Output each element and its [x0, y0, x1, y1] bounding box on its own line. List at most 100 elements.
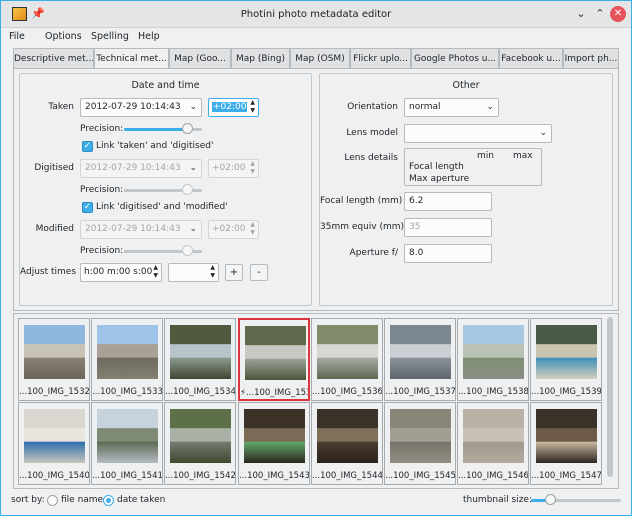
tab-map-google[interactable]: Map (Goo...: [169, 48, 231, 69]
menu-file[interactable]: File: [9, 31, 25, 42]
tab-google-photos[interactable]: Google Photos u...: [411, 48, 499, 69]
spin-arrows-icon[interactable]: ▲ ▼: [250, 99, 255, 115]
menu-help[interactable]: Help: [138, 31, 160, 42]
thumbnail-item[interactable]: ...100_IMG_1546: [457, 402, 529, 485]
tab-flickr[interactable]: Flickr uplo...: [350, 48, 411, 69]
thumbnail-scrollbar[interactable]: [605, 317, 615, 483]
menu-spelling[interactable]: Spelling: [91, 31, 129, 42]
lens-max-header: max: [513, 151, 533, 161]
window-title: Photini photo metadata editor: [240, 9, 392, 20]
equiv-35mm-input[interactable]: 35: [404, 218, 492, 237]
thumbnail-item[interactable]: ...100_IMG_1532: [18, 318, 90, 401]
thumbnail-caption: ...100_IMG_1538: [458, 387, 528, 397]
technical-metadata-panel: Date and time Taken 2012-07-29 10:14:43 …: [13, 68, 619, 311]
thumbnail-item[interactable]: ...100_IMG_1540: [18, 402, 90, 485]
thumbnail-item[interactable]: ...100_IMG_1544: [311, 402, 383, 485]
adjust-times-spinbox[interactable]: h:00 m:00 s:00 ▲ ▼: [80, 263, 162, 282]
modified-precision-label: Precision:: [80, 246, 124, 256]
thumbnail-size-label: thumbnail size:: [463, 495, 532, 505]
thumbnail-item[interactable]: ...100_IMG_1547: [530, 402, 602, 485]
adjust-plus-button[interactable]: +: [225, 264, 243, 281]
thumbnail-item[interactable]: ...100_IMG_1545: [384, 402, 456, 485]
lens-details-label: Lens details: [344, 153, 398, 163]
taken-timezone-value: +02:00: [212, 102, 248, 112]
thumbnail-item[interactable]: ...100_IMG_1543: [238, 402, 310, 485]
taken-precision-label: Precision:: [80, 124, 124, 134]
tab-map-osm[interactable]: Map (OSM): [290, 48, 350, 69]
link-digitised-modified-checkbox[interactable]: ✓: [82, 202, 93, 213]
thumbnail-item[interactable]: ...100_IMG_1537: [384, 318, 456, 401]
digitised-datetime-value: 2012-07-29 10:14:43: [85, 163, 181, 173]
thumbnail-item[interactable]: ...100_IMG_1538: [457, 318, 529, 401]
thumbnail-caption: ...100_IMG_1533: [92, 387, 162, 397]
title-bar: 📌 Photini photo metadata editor ⌄ ⌃ ✕: [1, 1, 631, 28]
sort-file-name-label[interactable]: file name: [61, 495, 103, 505]
adjust-timezone-spinbox[interactable]: ▲ ▼: [168, 263, 219, 282]
modified-timezone-spinbox: +02:00 ▲ ▼: [208, 220, 259, 239]
thumbnail-caption: ...100_IMG_1541: [92, 471, 162, 481]
tab-bar: Descriptive met... Technical met... Map …: [13, 48, 619, 69]
taken-precision-slider[interactable]: [124, 123, 202, 135]
sort-file-name-radio[interactable]: [47, 495, 58, 506]
tab-facebook[interactable]: Facebook u...: [499, 48, 563, 69]
thumbnail-image: [317, 409, 378, 463]
thumbnail-item[interactable]: ⚡...100_IMG_1535: [238, 318, 310, 401]
thumbnail-item[interactable]: ...100_IMG_1534: [164, 318, 236, 401]
spin-arrows-icon: ▲ ▼: [250, 160, 255, 175]
main-window: 📌 Photini photo metadata editor ⌄ ⌃ ✕ Fi…: [0, 0, 632, 516]
thumbnail-item[interactable]: ...100_IMG_1542: [164, 402, 236, 485]
thumbnail-item[interactable]: ...100_IMG_1536: [311, 318, 383, 401]
lens-focal-length-label: Focal length: [409, 162, 464, 172]
lens-model-combo[interactable]: ⌄: [404, 124, 552, 143]
thumbnail-image: [536, 409, 597, 463]
digitised-timezone-spinbox: +02:00 ▲ ▼: [208, 159, 259, 178]
thumbnail-caption: ...100_IMG_1542: [165, 471, 235, 481]
other-group: Other Orientation normal ⌄ Lens model ⌄ …: [319, 73, 613, 306]
tab-map-bing[interactable]: Map (Bing): [231, 48, 290, 69]
digitised-precision-label: Precision:: [80, 185, 124, 195]
taken-timezone-spinbox[interactable]: +02:00 ▲ ▼: [208, 98, 259, 117]
spin-arrows-icon[interactable]: ▲ ▼: [153, 264, 158, 280]
focal-length-input[interactable]: 6.2: [404, 192, 492, 211]
thumbnail-caption: ...100_IMG_1536: [312, 387, 382, 397]
thumbnail-item[interactable]: ...100_IMG_1541: [91, 402, 163, 485]
scrollbar-handle[interactable]: [607, 317, 613, 477]
menu-options[interactable]: Options: [45, 31, 82, 42]
digitised-timezone-value: +02:00: [212, 163, 246, 173]
date-time-group: Date and time Taken 2012-07-29 10:14:43 …: [19, 73, 312, 306]
thumbnail-image: [463, 409, 524, 463]
spin-arrows-icon[interactable]: ▲ ▼: [210, 264, 215, 280]
equiv-35mm-label: 35mm equiv (mm): [320, 222, 405, 232]
thumbnail-image: [317, 325, 378, 379]
taken-datetime-combo[interactable]: 2012-07-29 10:14:43 ⌄: [80, 98, 202, 117]
status-bar: sort by: file name date taken thumbnail …: [1, 491, 631, 513]
thumbnail-caption: ...100_IMG_1539: [531, 387, 601, 397]
adjust-minus-button[interactable]: -: [250, 264, 268, 281]
thumbnail-image: [24, 409, 85, 463]
minimize-icon[interactable]: ⌄: [573, 6, 589, 22]
orientation-label: Orientation: [347, 102, 398, 112]
aperture-input[interactable]: 8.0: [404, 244, 492, 263]
group-title: Date and time: [131, 80, 200, 91]
tab-import[interactable]: Import ph...: [563, 48, 619, 69]
thumbnail-item[interactable]: ...100_IMG_1533: [91, 318, 163, 401]
link-taken-digitised-checkbox[interactable]: ✓: [82, 141, 93, 152]
thumbnail-item[interactable]: ...100_IMG_1539: [530, 318, 602, 401]
tab-descriptive[interactable]: Descriptive met...: [13, 48, 94, 69]
maximize-icon[interactable]: ⌃: [592, 6, 608, 22]
thumbnail-caption: ...100_IMG_1544: [312, 471, 382, 481]
group-title: Other: [452, 80, 480, 91]
sort-date-taken-radio[interactable]: [103, 495, 114, 506]
thumbnail-image: [245, 326, 306, 380]
close-icon[interactable]: ✕: [610, 6, 626, 22]
tab-technical[interactable]: Technical met...: [94, 48, 169, 69]
thumbnail-size-slider[interactable]: [531, 494, 621, 506]
thumbnail-image: [97, 409, 158, 463]
digitised-precision-slider: [124, 184, 202, 196]
sort-date-taken-label[interactable]: date taken: [117, 495, 165, 505]
menu-bar: File Options Spelling Help: [1, 27, 631, 46]
orientation-combo[interactable]: normal ⌄: [404, 98, 499, 117]
thumbnail-caption: ...100_IMG_1540: [19, 471, 89, 481]
lens-max-aperture-label: Max aperture: [409, 174, 470, 184]
lens-model-label: Lens model: [346, 128, 398, 138]
